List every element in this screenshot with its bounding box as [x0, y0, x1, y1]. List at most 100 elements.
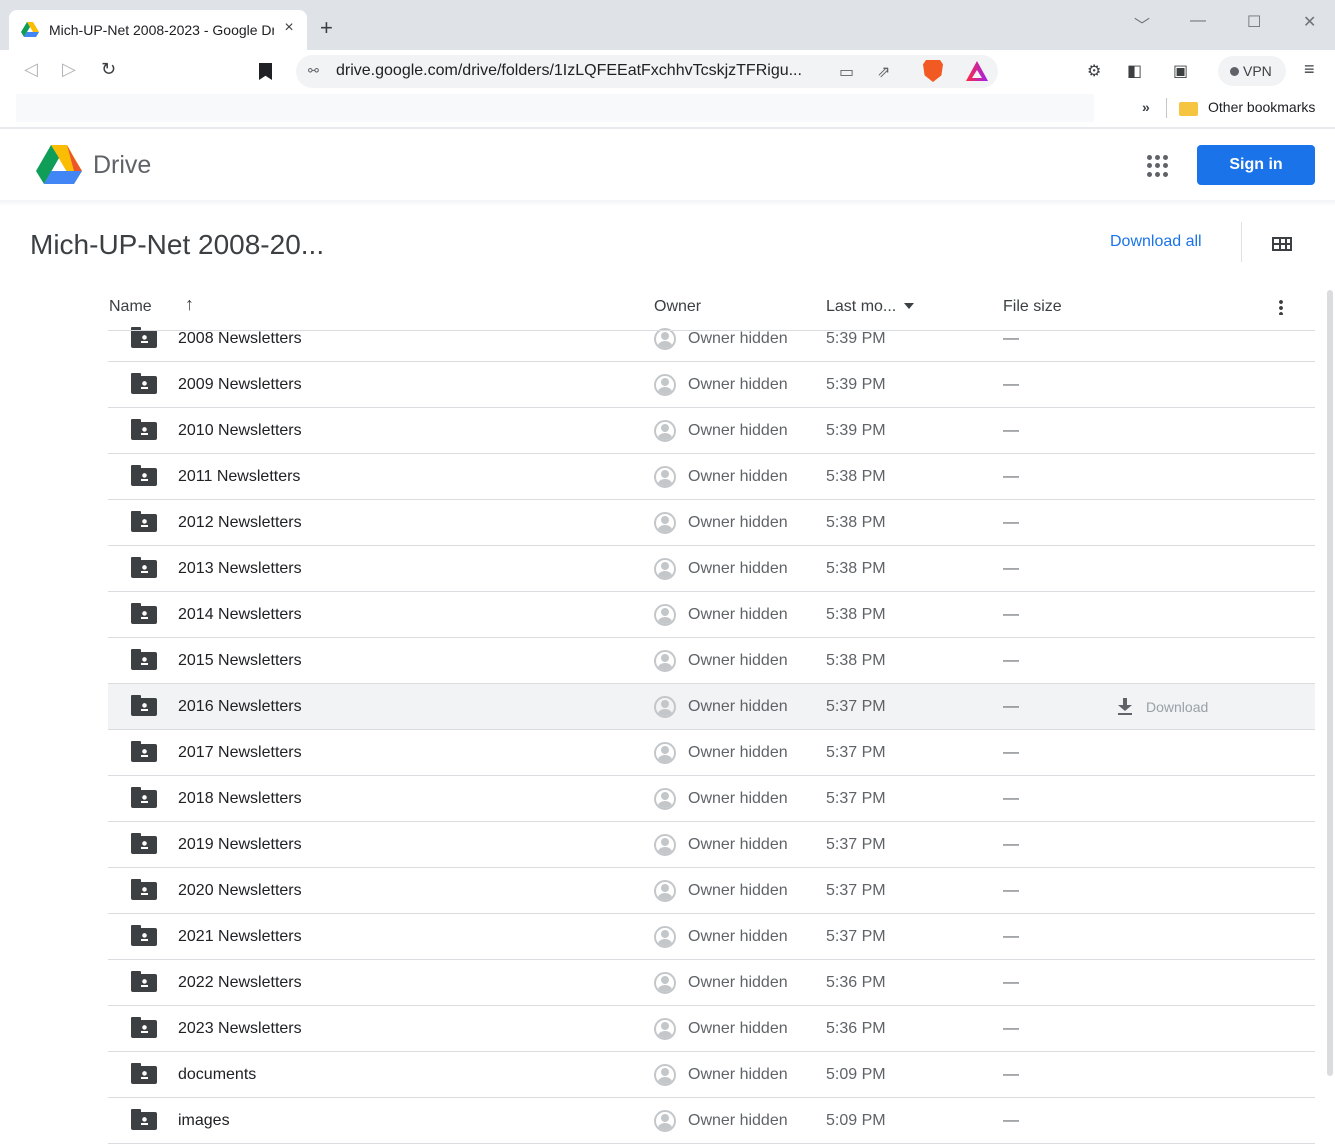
- owner-avatar-icon: [654, 374, 676, 396]
- owner-name: Owner hidden: [688, 790, 788, 807]
- table-row[interactable]: 2018 Newsletters Owner hidden 5:37 PM —: [108, 776, 1315, 822]
- table-row[interactable]: 2011 Newsletters Owner hidden 5:38 PM —: [108, 454, 1315, 500]
- file-name[interactable]: 2021 Newsletters: [178, 928, 302, 946]
- cast-icon[interactable]: ▭: [839, 62, 854, 82]
- owner-name: Owner hidden: [688, 836, 788, 853]
- google-apps-icon[interactable]: [1147, 155, 1169, 177]
- extensions-icon[interactable]: ⚙: [1087, 61, 1101, 81]
- table-row[interactable]: 2023 Newsletters Owner hidden 5:36 PM —: [108, 1006, 1315, 1052]
- file-name[interactable]: 2015 Newsletters: [178, 652, 302, 670]
- file-size: —: [1003, 836, 1019, 853]
- table-row[interactable]: 2017 Newsletters Owner hidden 5:37 PM —: [108, 730, 1315, 776]
- table-row[interactable]: 2012 Newsletters Owner hidden 5:38 PM —: [108, 500, 1315, 546]
- file-name[interactable]: 2008 Newsletters: [178, 330, 302, 348]
- owner-avatar-icon: [654, 328, 676, 350]
- file-size: —: [1003, 882, 1019, 899]
- table-row[interactable]: images Owner hidden 5:09 PM —: [108, 1098, 1315, 1144]
- tab-close-icon[interactable]: ×: [279, 19, 299, 37]
- sidebar-icon[interactable]: ◧: [1127, 61, 1142, 81]
- table-row[interactable]: 2015 Newsletters Owner hidden 5:38 PM —: [108, 638, 1315, 684]
- toolbar-divider: [1241, 222, 1242, 262]
- file-name[interactable]: 2010 Newsletters: [178, 422, 302, 440]
- table-row[interactable]: 2020 Newsletters Owner hidden 5:37 PM —: [108, 868, 1315, 914]
- file-name[interactable]: 2014 Newsletters: [178, 606, 302, 624]
- address-bar[interactable]: ⚯ drive.google.com/drive/folders/1IzLQFE…: [296, 55, 998, 88]
- table-row[interactable]: 2022 Newsletters Owner hidden 5:36 PM —: [108, 960, 1315, 1006]
- window-maximize-button[interactable]: ☐: [1247, 12, 1261, 32]
- browser-toolbar: ◁ ▷ ↻ ⚯ drive.google.com/drive/folders/1…: [0, 50, 1335, 92]
- owner-avatar-icon: [654, 420, 676, 442]
- google-drive-logo-icon[interactable]: [36, 145, 82, 185]
- url-text[interactable]: drive.google.com/drive/folders/1IzLQFEEa…: [336, 62, 826, 80]
- last-modified: 5:38 PM: [826, 606, 886, 623]
- file-size: —: [1003, 652, 1019, 669]
- table-row[interactable]: 2008 Newsletters Owner hidden 5:39 PM —: [108, 316, 1315, 362]
- table-row[interactable]: 2009 Newsletters Owner hidden 5:39 PM —: [108, 362, 1315, 408]
- column-header-last-modified[interactable]: Last mo...: [826, 298, 915, 316]
- row-download-button[interactable]: Download: [1116, 697, 1208, 715]
- file-name[interactable]: 2023 Newsletters: [178, 1020, 302, 1038]
- share-icon[interactable]: ⇗: [877, 62, 890, 82]
- table-row[interactable]: 2014 Newsletters Owner hidden 5:38 PM —: [108, 592, 1315, 638]
- other-bookmarks-button[interactable]: Other bookmarks: [1208, 99, 1315, 115]
- grid-view-icon[interactable]: [1272, 237, 1292, 251]
- column-header-name[interactable]: Name: [109, 298, 152, 316]
- file-name[interactable]: 2017 Newsletters: [178, 744, 302, 762]
- sign-in-button[interactable]: Sign in: [1197, 145, 1315, 185]
- owner-avatar-icon: [654, 972, 676, 994]
- file-name[interactable]: images: [178, 1112, 230, 1130]
- tab-search-chevron-icon[interactable]: ﹀: [1134, 12, 1150, 36]
- file-name[interactable]: 2009 Newsletters: [178, 376, 302, 394]
- back-button[interactable]: ◁: [24, 59, 38, 80]
- file-name[interactable]: 2020 Newsletters: [178, 882, 302, 900]
- bookmarks-overflow-button[interactable]: »: [1142, 99, 1150, 115]
- new-tab-button[interactable]: +: [320, 17, 333, 39]
- brave-shields-icon[interactable]: [923, 60, 943, 82]
- browser-tab-strip: Mich-UP-Net 2008-2023 - Google Drive × +…: [0, 0, 1335, 50]
- table-row[interactable]: 2016 Newsletters Owner hidden 5:37 PM — Down…: [108, 684, 1315, 730]
- shared-folder-icon: [131, 833, 157, 854]
- table-row[interactable]: 2010 Newsletters Owner hidden 5:39 PM —: [108, 408, 1315, 454]
- wallet-icon[interactable]: ▣: [1173, 61, 1188, 81]
- last-modified: 5:37 PM: [826, 698, 886, 715]
- vpn-button[interactable]: VPN: [1218, 56, 1286, 86]
- browser-tab-active[interactable]: Mich-UP-Net 2008-2023 - Google Drive ×: [9, 10, 307, 50]
- site-info-icon[interactable]: ⚯: [308, 63, 319, 79]
- shared-folder-icon: [131, 465, 157, 486]
- table-row[interactable]: 2013 Newsletters Owner hidden 5:38 PM —: [108, 546, 1315, 592]
- sort-ascending-icon[interactable]: ↑: [185, 294, 194, 315]
- bookmark-icon[interactable]: [259, 63, 272, 80]
- shared-folder-icon: [131, 557, 157, 578]
- file-size: —: [1003, 330, 1019, 347]
- drive-logo-text[interactable]: Drive: [93, 151, 151, 180]
- shared-folder-icon: [131, 1063, 157, 1084]
- shared-folder-icon: [131, 1017, 157, 1038]
- scrollbar[interactable]: [1327, 290, 1333, 1076]
- owner-name: Owner hidden: [688, 974, 788, 991]
- menu-icon[interactable]: ≡: [1304, 59, 1315, 80]
- forward-button[interactable]: ▷: [62, 59, 76, 80]
- brave-rewards-icon[interactable]: [966, 61, 988, 81]
- file-name[interactable]: 2019 Newsletters: [178, 836, 302, 854]
- window-close-button[interactable]: ✕: [1303, 12, 1316, 32]
- file-name[interactable]: 2013 Newsletters: [178, 560, 302, 578]
- window-minimize-button[interactable]: —: [1190, 12, 1206, 30]
- reload-button[interactable]: ↻: [101, 59, 116, 80]
- table-row[interactable]: 2019 Newsletters Owner hidden 5:37 PM —: [108, 822, 1315, 868]
- bookmarks-area: [16, 94, 1094, 122]
- caret-down-icon: [904, 303, 915, 309]
- file-name[interactable]: documents: [178, 1066, 256, 1084]
- file-name[interactable]: 2012 Newsletters: [178, 514, 302, 532]
- last-modified: 5:39 PM: [826, 330, 886, 347]
- file-size: —: [1003, 928, 1019, 945]
- file-name[interactable]: 2022 Newsletters: [178, 974, 302, 992]
- last-modified: 5:38 PM: [826, 560, 886, 577]
- file-name[interactable]: 2018 Newsletters: [178, 790, 302, 808]
- more-options-icon[interactable]: [1279, 299, 1283, 315]
- file-name[interactable]: 2011 Newsletters: [178, 468, 300, 486]
- owner-avatar-icon: [654, 696, 676, 718]
- download-all-button[interactable]: Download all: [1110, 233, 1202, 251]
- table-row[interactable]: 2021 Newsletters Owner hidden 5:37 PM —: [108, 914, 1315, 960]
- table-row[interactable]: documents Owner hidden 5:09 PM —: [108, 1052, 1315, 1098]
- file-name[interactable]: 2016 Newsletters: [178, 698, 302, 716]
